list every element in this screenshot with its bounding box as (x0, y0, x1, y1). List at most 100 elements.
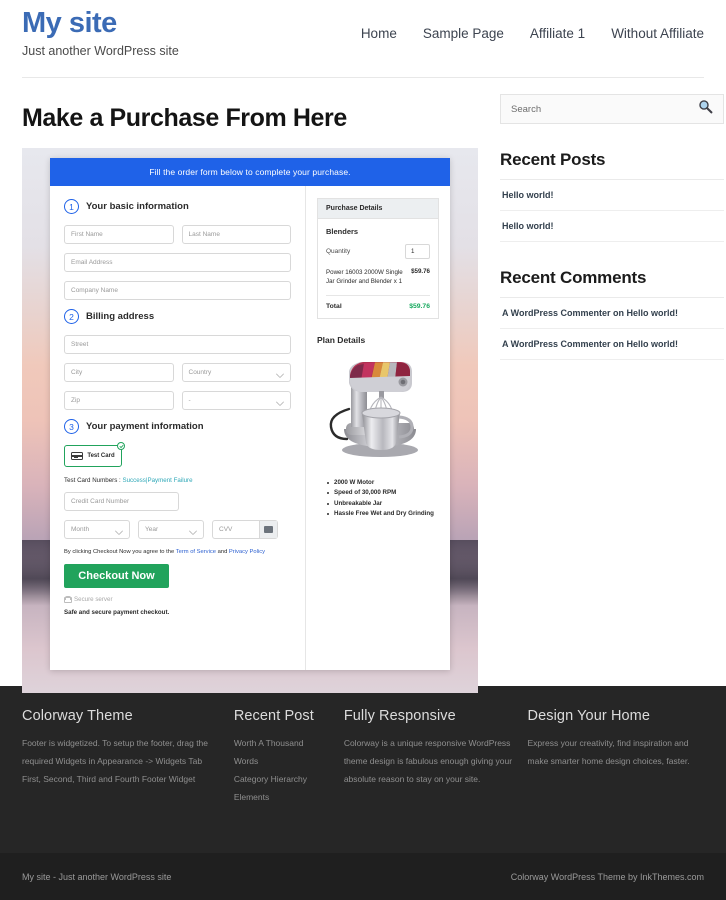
footer-recent-post-list: Worth A Thousand Words Category Hierarch… (234, 735, 330, 806)
order-summary-column: Purchase Details Blenders Quantity 1 Pow… (306, 186, 450, 670)
search-input[interactable] (511, 103, 698, 115)
footer-column-title: Design Your Home (527, 708, 651, 724)
line-item-name: Power 16003 2000W Single Jar Grinder and… (326, 269, 403, 286)
footer-recent-post-item[interactable]: Worth A Thousand Words (234, 735, 330, 771)
footer-bottom-bar: My site - Just another WordPress site Co… (0, 853, 726, 900)
safe-checkout-note: Safe and secure payment checkout. (64, 609, 170, 616)
street-input[interactable]: Street (64, 335, 291, 354)
line-item-row: Power 16003 2000W Single Jar Grinder and… (326, 268, 430, 296)
cvv-input[interactable]: CVV (213, 526, 259, 533)
zip-state-row: Zip - (64, 391, 291, 419)
footer-column-title: Recent Post (233, 708, 314, 724)
footer-recent-post-item[interactable]: Elements (234, 789, 330, 807)
zip-input[interactable]: Zip (64, 391, 174, 410)
expiry-cvv-row: Month Year CVV (64, 520, 291, 539)
expiry-month-select[interactable]: Month (64, 520, 130, 539)
footer-column-fully-responsive: Fully Responsive Colorway is a unique re… (344, 708, 528, 853)
footer-column-recent-post: Recent Post Worth A Thousand Words Categ… (234, 708, 344, 853)
email-input[interactable]: Email Address (64, 253, 291, 272)
footer-site-credit: My site - Just another WordPress site (22, 871, 172, 882)
checkout-now-button[interactable]: Checkout Now (64, 564, 169, 588)
nav-link-affiliate-1[interactable]: Affiliate 1 (530, 26, 585, 41)
last-name-input[interactable]: Last Name (181, 225, 291, 244)
footer-recent-post-item[interactable]: Category Hierarchy (234, 771, 330, 789)
company-name-input[interactable]: Company Name (64, 281, 291, 300)
lock-icon (64, 596, 72, 603)
step-payment-information: 3 Your payment information (64, 419, 291, 434)
test-card-button[interactable]: Test Card (64, 442, 125, 467)
site-tagline: Just another WordPress site (22, 43, 179, 58)
purchase-details-card: Purchase Details Blenders Quantity 1 Pow… (317, 198, 439, 319)
footer-column-colorway-theme: Colorway Theme Footer is widgetized. To … (22, 708, 234, 853)
terms-of-service-link[interactable]: Term of Service (176, 549, 216, 555)
check-circle-icon (117, 442, 125, 450)
step-number-2: 2 (64, 309, 79, 324)
cvv-help-icon[interactable] (259, 521, 277, 538)
order-form-card: Fill the order form below to complete yo… (50, 158, 450, 670)
recent-comment-item[interactable]: A WordPress Commenter on Hello world! (500, 298, 724, 329)
step-label-billing: Billing address (86, 311, 155, 322)
terms-and: and (217, 549, 228, 555)
footer-column-design-your-home: Design Your Home Express your creativity… (528, 708, 704, 853)
quantity-label: Quantity (326, 248, 351, 255)
recent-posts-list: Hello world! Hello world! (500, 180, 724, 242)
city-country-row: City Country (64, 363, 291, 391)
recent-post-item[interactable]: Hello world! (500, 211, 724, 242)
recent-post-item[interactable]: Hello world! (500, 180, 724, 211)
test-card-label: Test Card (87, 453, 115, 459)
expiry-year-select[interactable]: Year (138, 520, 204, 539)
footer-theme-credit[interactable]: Colorway WordPress Theme by InkThemes.co… (511, 872, 704, 882)
step-number-3: 3 (64, 419, 79, 434)
plan-details-heading: Plan Details (317, 334, 366, 345)
brand: My site Just another WordPress site (22, 0, 179, 58)
secure-server-label: Secure server (74, 596, 113, 603)
footer-column-title: Fully Responsive (343, 708, 456, 724)
content-column: Make a Purchase From Here Fill the order… (22, 78, 478, 693)
main-nav: Home Sample Page Affiliate 1 Without Aff… (361, 0, 704, 41)
step-label-payment: Your payment information (86, 421, 204, 432)
step-number-1: 1 (64, 199, 79, 214)
order-form-screenshot: Fill the order form below to complete yo… (22, 148, 478, 693)
sidebar: Recent Posts Hello world! Hello world! R… (500, 78, 724, 686)
site-title[interactable]: My site (22, 7, 179, 40)
cvv-field[interactable]: CVV (212, 520, 278, 539)
nav-link-sample-page[interactable]: Sample Page (423, 26, 504, 41)
country-select[interactable]: Country (181, 363, 291, 382)
state-select[interactable]: - (181, 391, 291, 410)
feature-item: 2000 W Motor (327, 479, 439, 486)
purchase-details-body: Blenders Quantity 1 Power 16003 2000W Si… (318, 219, 438, 318)
footer-column-text: Colorway is a unique responsive WordPres… (343, 738, 513, 784)
test-card-failure-link[interactable]: Payment Failure (147, 477, 192, 484)
privacy-policy-link[interactable]: Privacy Policy (229, 549, 265, 555)
first-name-input[interactable]: First Name (64, 225, 174, 244)
total-row: Total $59.76 (326, 296, 430, 310)
city-input[interactable]: City (64, 363, 174, 382)
test-card-success-link[interactable]: Success (122, 477, 145, 484)
order-form-fields: 1 Your basic information First Name Last… (50, 186, 306, 670)
total-label: Total (326, 302, 342, 310)
widget-title-recent-posts: Recent Posts (500, 150, 724, 180)
feature-list: 2000 W Motor Speed of 30,000 RPM Unbreak… (317, 479, 439, 517)
order-form-banner: Fill the order form below to complete yo… (50, 158, 450, 186)
site-header: My site Just another WordPress site Home… (0, 0, 726, 77)
search-icon[interactable] (698, 99, 713, 119)
credit-card-icon (71, 452, 84, 460)
quantity-input[interactable]: 1 (405, 244, 430, 259)
feature-item: Unbreakable Jar (327, 500, 439, 507)
recent-comment-item[interactable]: A WordPress Commenter on Hello world! (500, 329, 724, 360)
step-basic-information: 1 Your basic information (64, 199, 291, 214)
purchase-details-heading: Purchase Details (318, 199, 438, 219)
quantity-row: Quantity 1 (326, 244, 430, 259)
page-body: Make a Purchase From Here Fill the order… (0, 78, 726, 693)
nav-link-home[interactable]: Home (361, 26, 397, 41)
site-footer: Colorway Theme Footer is widgetized. To … (0, 686, 726, 853)
recent-comments-list: A WordPress Commenter on Hello world! A … (500, 298, 724, 360)
footer-column-text: Footer is widgetized. To setup the foote… (22, 738, 209, 784)
step-billing-address: 2 Billing address (64, 309, 291, 324)
terms-prefix: By clicking Checkout Now you agree to th… (64, 549, 175, 555)
total-value: $59.76 (409, 302, 430, 310)
test-card-numbers-label: Test Card Numbers : (64, 477, 121, 484)
terms-notice: By clicking Checkout Now you agree to th… (64, 549, 291, 555)
credit-card-number-input[interactable]: Credit Card Number (64, 492, 179, 511)
nav-link-without-affiliate[interactable]: Without Affiliate (611, 26, 704, 41)
